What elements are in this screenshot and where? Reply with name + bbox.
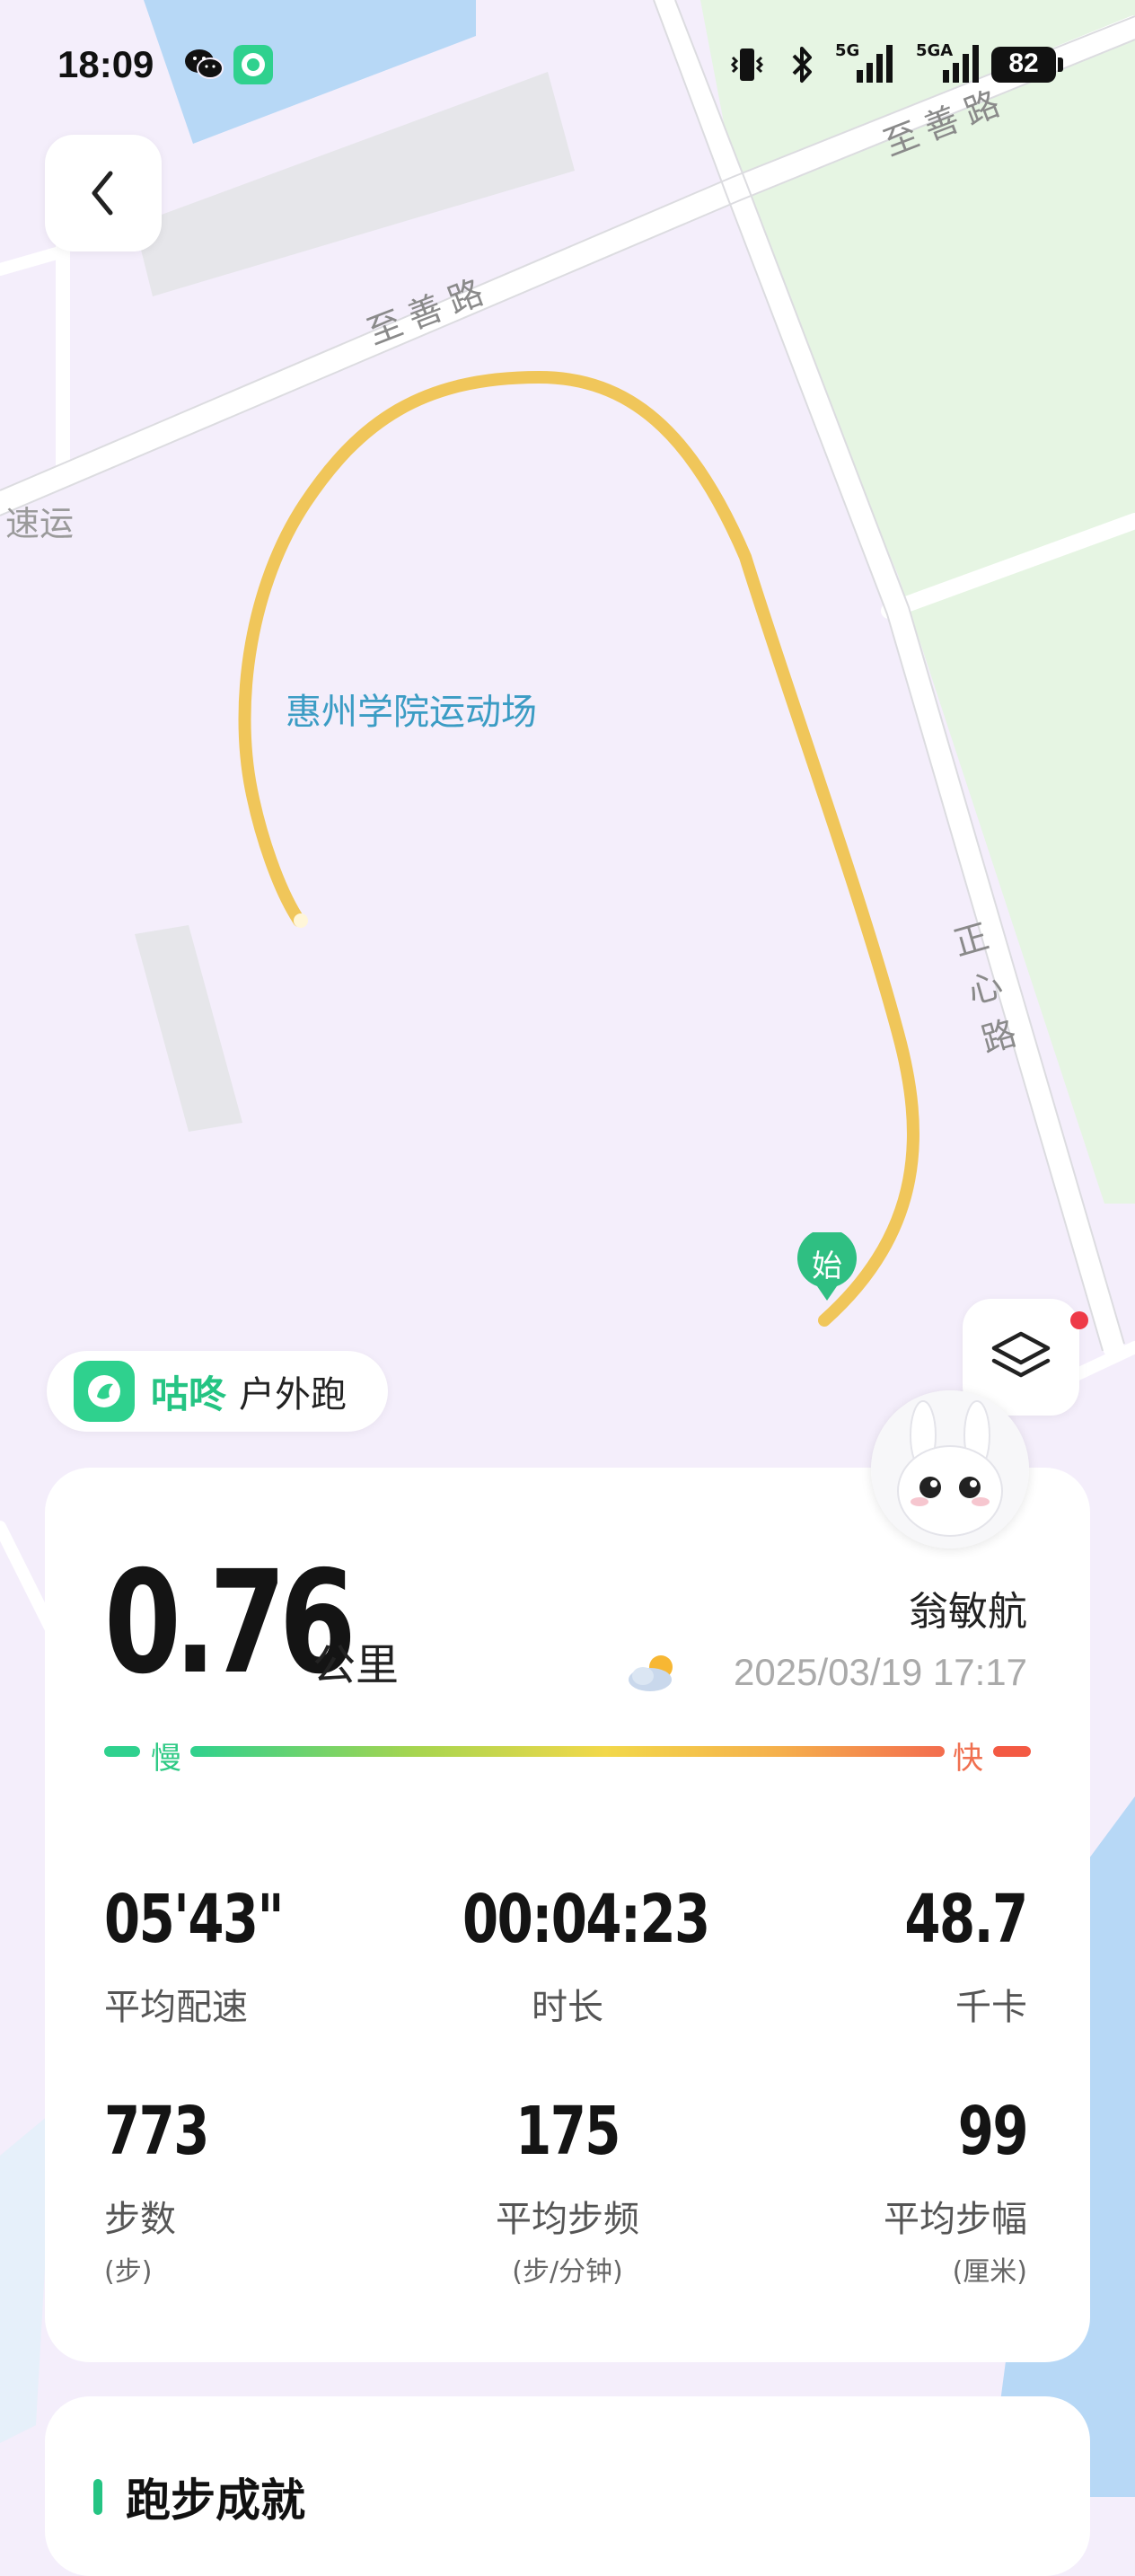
brand-name: 咕咚 — [151, 1372, 227, 1416]
pace-gradient-bar — [190, 1746, 945, 1757]
battery-icon: 82 — [991, 47, 1056, 83]
status-bar: 18:09 5G 5GA 82 — [0, 0, 1135, 135]
distance-unit: 公里 — [312, 1640, 400, 1690]
codoon-logo-icon — [74, 1361, 135, 1422]
pace-bar-fast-cap — [993, 1746, 1031, 1757]
avatar[interactable] — [871, 1390, 1029, 1548]
layers-icon — [991, 1331, 1051, 1378]
stat-value: 773 — [104, 2093, 209, 2170]
stat-unit: (步) — [104, 2256, 153, 2288]
section-accent-bar — [93, 2479, 102, 2515]
workout-datetime: 2025/03/19 17:17 — [734, 1651, 1027, 1693]
user-name: 翁敏航 — [909, 1589, 1027, 1635]
vibrate-icon — [730, 49, 764, 81]
stat-value: 00:04:23 — [462, 1881, 710, 1958]
chevron-left-icon — [92, 171, 113, 216]
wechat-icon — [185, 49, 224, 79]
battery-level: 82 — [1008, 49, 1039, 78]
stat-label: 时长 — [532, 1987, 603, 2028]
brand-pill: 咕咚 户外跑 — [47, 1351, 388, 1432]
stat-stride: 99 平均步幅 (厘米) — [884, 2093, 1029, 2289]
battery-tip — [1058, 57, 1063, 72]
stat-cadence: 175 平均步频 (步/分钟) — [433, 2098, 702, 2289]
venue-label: 惠州学院运动场 — [286, 692, 537, 733]
pace-color-legend: 慢 快 — [104, 1734, 1031, 1777]
start-marker[interactable]: 始 — [797, 1228, 857, 1301]
codoon-notification-icon — [233, 45, 273, 84]
notification-dot — [1070, 1311, 1088, 1329]
stat-value: 99 — [957, 2093, 1029, 2170]
stat-unit: (步/分钟) — [512, 2256, 623, 2288]
stat-value: 48.7 — [904, 1881, 1029, 1958]
stat-label: 平均步频 — [496, 2199, 639, 2240]
status-time: 18:09 — [57, 43, 154, 85]
stat-avg-pace: 05'43" 平均配速 — [104, 1886, 333, 2030]
pace-bar-slow-cap — [104, 1746, 140, 1757]
start-marker-label: 始 — [812, 1248, 842, 1284]
pace-fast-label: 快 — [953, 1741, 983, 1777]
signal-bars-1-icon — [857, 45, 893, 83]
stat-value: 05'43" — [104, 1881, 285, 1958]
place-label-left: 速运 — [5, 504, 75, 543]
stat-label: 平均配速 — [104, 1987, 248, 2028]
stat-label: 平均步幅 — [884, 2199, 1027, 2240]
stat-steps: 773 步数 (步) — [104, 2098, 237, 2289]
partly-cloudy-icon — [629, 1655, 673, 1691]
back-button[interactable] — [45, 135, 162, 251]
pace-slow-label: 慢 — [151, 1741, 181, 1777]
stat-calories: 48.7 千卡 — [870, 1881, 1029, 2030]
bluetooth-icon — [792, 47, 812, 83]
stat-label: 步数 — [104, 2199, 176, 2240]
stat-duration: 00:04:23 时长 — [433, 1881, 710, 2030]
achievements-title: 跑步成就 — [126, 2475, 305, 2527]
workout-mode: 户外跑 — [239, 1374, 348, 1416]
signal-bars-2-icon — [943, 45, 979, 83]
avatar-bunny-image — [871, 1390, 1029, 1548]
stat-value: 175 — [515, 2093, 620, 2170]
stat-label: 千卡 — [955, 1987, 1027, 2028]
stat-unit: (厘米) — [952, 2256, 1027, 2288]
